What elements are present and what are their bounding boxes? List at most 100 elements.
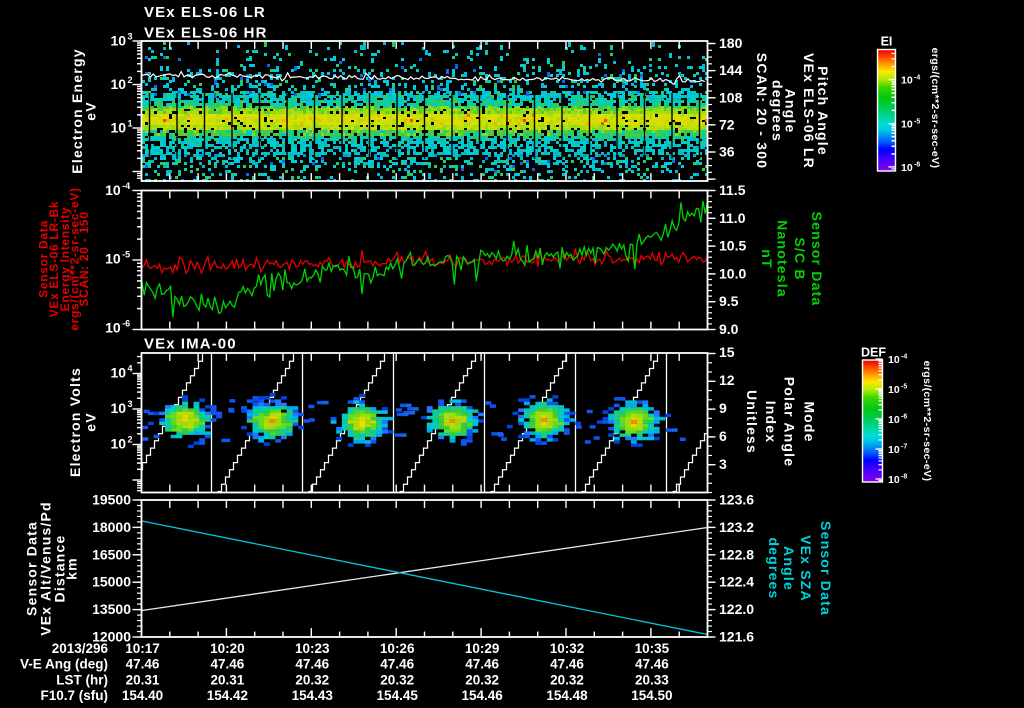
svg-text:10:35: 10:35: [635, 641, 670, 656]
svg-text:6: 6: [719, 428, 727, 444]
svg-text:-5: -5: [901, 384, 907, 391]
svg-text:VEx SZA: VEx SZA: [798, 535, 814, 602]
svg-text:20.31: 20.31: [211, 673, 245, 688]
svg-text:Sensor Data: Sensor Data: [818, 521, 834, 616]
svg-text:72: 72: [719, 116, 735, 132]
svg-text:10: 10: [105, 320, 121, 336]
svg-text:180: 180: [719, 35, 743, 51]
svg-text:10: 10: [110, 400, 126, 416]
svg-text:122.8: 122.8: [719, 546, 754, 562]
svg-text:EI: EI: [881, 35, 893, 49]
svg-text:108: 108: [719, 89, 743, 105]
svg-text:VEx ELS-06 LR: VEx ELS-06 LR: [144, 4, 266, 21]
svg-text:V-E Ang (deg): V-E Ang (deg): [20, 657, 108, 672]
svg-text:12: 12: [719, 372, 735, 388]
svg-text:F10.7 (sfu): F10.7 (sfu): [40, 688, 108, 703]
svg-text:-8: -8: [901, 474, 907, 481]
svg-text:Index: Index: [763, 401, 779, 444]
svg-text:-5: -5: [122, 250, 130, 260]
svg-text:154.40: 154.40: [122, 688, 163, 703]
svg-text:Unitless: Unitless: [744, 390, 760, 454]
svg-text:154.50: 154.50: [631, 688, 672, 703]
svg-text:1: 1: [128, 119, 133, 129]
svg-text:123.6: 123.6: [719, 492, 754, 508]
svg-text:15: 15: [719, 344, 735, 360]
svg-text:10:32: 10:32: [550, 641, 585, 656]
svg-text:10:20: 10:20: [210, 641, 245, 656]
svg-text:9.0: 9.0: [719, 321, 739, 337]
svg-text:VEx IMA-00: VEx IMA-00: [144, 336, 237, 353]
svg-text:123.2: 123.2: [719, 519, 754, 535]
svg-text:47.46: 47.46: [211, 657, 245, 672]
svg-text:20.32: 20.32: [295, 673, 329, 688]
svg-text:122.0: 122.0: [719, 601, 754, 617]
svg-text:154.45: 154.45: [377, 688, 419, 703]
svg-text:16500: 16500: [92, 546, 131, 562]
svg-text:10.5: 10.5: [719, 238, 746, 254]
svg-text:degrees: degrees: [770, 80, 786, 142]
svg-text:2: 2: [128, 75, 133, 85]
svg-text:10: 10: [110, 365, 126, 381]
svg-text:9.5: 9.5: [719, 293, 739, 309]
svg-text:10: 10: [888, 444, 900, 456]
svg-text:eV: eV: [83, 101, 99, 121]
svg-text:SCAN: 20 - 150: SCAN: 20 - 150: [77, 211, 91, 306]
svg-text:13500: 13500: [92, 601, 131, 617]
svg-text:Polar Angle: Polar Angle: [782, 377, 798, 467]
svg-text:VEx ELS-06 HR: VEx ELS-06 HR: [144, 25, 268, 42]
svg-text:10: 10: [110, 436, 126, 452]
svg-text:-4: -4: [122, 181, 130, 191]
svg-text:km: km: [64, 557, 80, 580]
svg-text:3: 3: [719, 456, 727, 472]
svg-text:Nanotesla: Nanotesla: [775, 220, 791, 298]
svg-text:-6: -6: [122, 319, 130, 329]
svg-text:10: 10: [888, 354, 900, 366]
svg-text:47.46: 47.46: [126, 657, 160, 672]
svg-text:-6: -6: [914, 161, 920, 168]
svg-text:20.32: 20.32: [380, 673, 414, 688]
svg-text:122.4: 122.4: [719, 574, 754, 590]
svg-text:-4: -4: [914, 74, 920, 81]
svg-text:-7: -7: [901, 444, 907, 451]
svg-text:3: 3: [128, 399, 133, 409]
svg-text:10: 10: [888, 474, 900, 486]
svg-text:10:17: 10:17: [125, 641, 160, 656]
svg-text:2: 2: [128, 435, 133, 445]
svg-text:Angle: Angle: [781, 546, 797, 591]
svg-text:degrees: degrees: [766, 537, 782, 599]
svg-text:ergs/(cm**2-sr-sec-eV): ergs/(cm**2-sr-sec-eV): [921, 361, 933, 482]
svg-text:SCAN: 20 - 300: SCAN: 20 - 300: [754, 53, 770, 169]
svg-text:3: 3: [128, 32, 133, 42]
svg-text:-6: -6: [901, 414, 907, 421]
svg-text:10:29: 10:29: [465, 641, 500, 656]
svg-text:10: 10: [888, 384, 900, 396]
svg-text:eV: eV: [83, 412, 99, 432]
svg-text:-5: -5: [914, 118, 920, 125]
svg-text:20.31: 20.31: [126, 673, 160, 688]
svg-text:nT: nT: [759, 249, 775, 269]
svg-text:20.33: 20.33: [635, 673, 669, 688]
svg-text:Electron Volts: Electron Volts: [67, 367, 83, 477]
svg-text:121.6: 121.6: [719, 629, 754, 645]
svg-text:DEF: DEF: [861, 346, 886, 360]
svg-text:11.0: 11.0: [719, 210, 746, 226]
svg-text:18000: 18000: [92, 519, 131, 535]
svg-text:11.5: 11.5: [719, 182, 746, 198]
svg-text:36: 36: [719, 144, 735, 160]
svg-text:10: 10: [110, 120, 126, 136]
svg-text:10.0: 10.0: [719, 265, 746, 281]
svg-text:Sensor Data: Sensor Data: [809, 212, 825, 307]
svg-text:154.42: 154.42: [207, 688, 248, 703]
svg-text:154.46: 154.46: [461, 688, 503, 703]
svg-text:19500: 19500: [92, 492, 131, 508]
svg-text:15000: 15000: [92, 574, 131, 590]
svg-text:Mode: Mode: [802, 401, 818, 442]
svg-text:10: 10: [888, 414, 900, 426]
svg-text:10: 10: [105, 182, 121, 198]
svg-text:ergs/(cm**2-sr-sec-eV): ergs/(cm**2-sr-sec-eV): [929, 48, 941, 169]
svg-text:144: 144: [719, 62, 743, 78]
svg-text:4: 4: [128, 364, 133, 374]
svg-text:9: 9: [719, 400, 727, 416]
svg-text:20.32: 20.32: [550, 673, 584, 688]
svg-text:47.46: 47.46: [465, 657, 499, 672]
